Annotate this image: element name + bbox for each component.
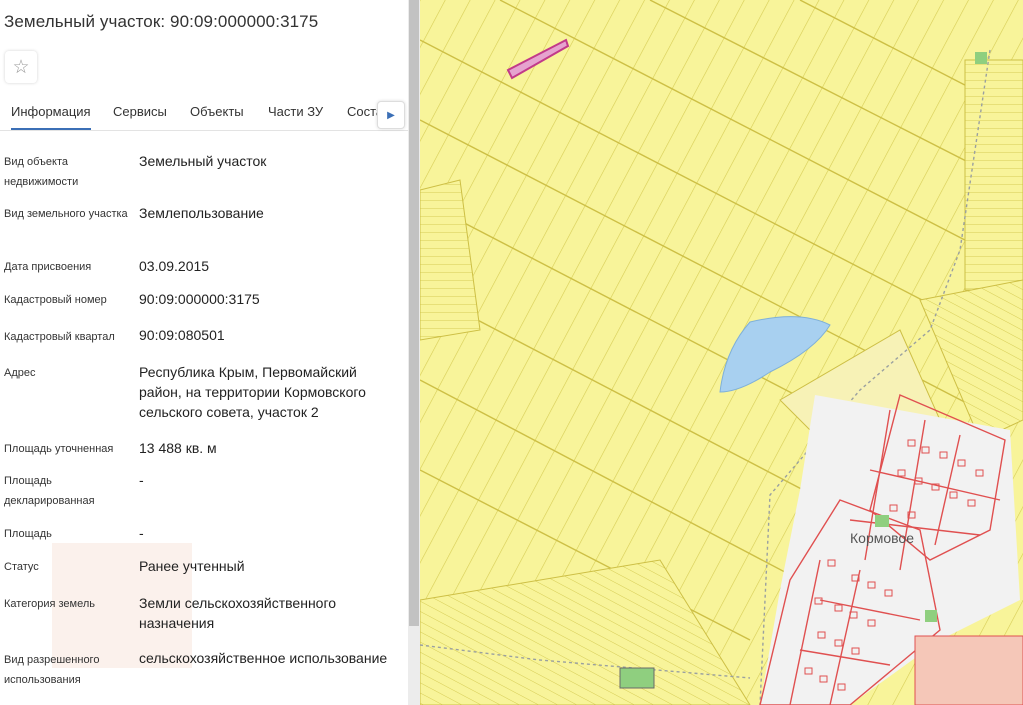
field-value: Земли сельскохозяйственного назначения (139, 595, 337, 631)
tabs-next-button[interactable]: ▶ (377, 101, 405, 129)
field-value: Ранее учтенный (139, 558, 245, 574)
village-label: Кормовое (850, 530, 914, 546)
tab-bar: Информация Сервисы Объекты Части ЗУ Сост… (0, 96, 408, 131)
cadastral-map[interactable]: Кормовое (420, 0, 1023, 705)
field-label: Дата присвоения (4, 261, 92, 273)
panel-scrollbar[interactable] (408, 0, 420, 705)
field-value: - (139, 525, 144, 541)
star-icon: ☆ (12, 56, 30, 78)
field-value: 90:09:080501 (139, 327, 225, 343)
field-value: 90:09:000000:3175 (139, 291, 260, 307)
field-value: Земельный участок (139, 153, 267, 169)
chevron-right-icon: ▶ (387, 109, 395, 121)
page-title: Земельный участок: 90:09:000000:3175 (4, 12, 319, 31)
field-label: Вид разрешенного использования (4, 654, 100, 686)
field-label: Площадь уточненная (4, 443, 114, 455)
field-value: - (139, 472, 144, 488)
tab-objects[interactable]: Объекты (190, 96, 244, 128)
scrollbar-thumb[interactable] (409, 0, 419, 626)
info-panel: Земельный участок: 90:09:000000:3175 ☆ И… (0, 0, 408, 705)
field-value: Землепользование (139, 205, 264, 221)
favorite-button[interactable]: ☆ (5, 51, 37, 83)
field-label: Кадастровый квартал (4, 331, 115, 343)
field-label: Статус (4, 561, 39, 573)
field-value: сельскохозяйственное использование (139, 650, 388, 666)
field-label: Вид объекта недвижимости (4, 156, 79, 188)
tab-info[interactable]: Информация (11, 96, 91, 130)
field-label: Адрес (4, 367, 36, 379)
field-value: 03.09.2015 (139, 258, 210, 274)
tab-services[interactable]: Сервисы (113, 96, 167, 128)
field-value: Республика Крым, Первомайский район, на … (139, 364, 366, 420)
tab-parts[interactable]: Части ЗУ (268, 96, 323, 128)
field-value: 13 488 кв. м (139, 440, 217, 456)
field-label: Категория земель (4, 598, 95, 610)
field-label: Вид земельного участка (4, 208, 128, 220)
field-label: Площадь (4, 528, 52, 540)
field-label: Площадь декларированная (4, 475, 95, 507)
field-label: Кадастровый номер (4, 294, 107, 306)
